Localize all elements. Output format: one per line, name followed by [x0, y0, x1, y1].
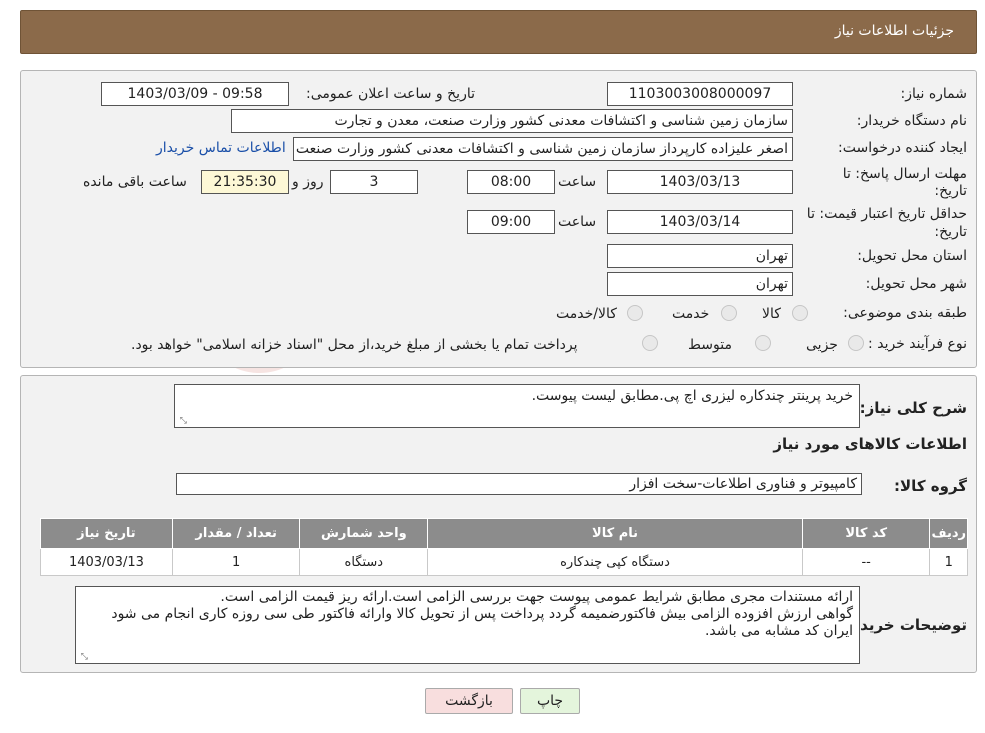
page-header: جزئیات اطلاعات نیاز	[20, 10, 977, 54]
need-summary-label: شرح کلی نیاز:	[859, 399, 967, 417]
category-option-service: خدمت	[672, 306, 710, 322]
announce-datetime-field: 1403/03/09 - 09:58	[101, 82, 289, 106]
cell-quantity: 1	[171, 548, 301, 576]
days-field: 3	[330, 170, 418, 194]
cell-row-number: 1	[929, 548, 968, 576]
price-validity-label: حداقل تاریخ اعتبار قیمت: تا	[806, 206, 967, 222]
category-option-goods-service: کالا/خدمت	[556, 306, 617, 322]
remaining-time-field: 21:35:30	[201, 170, 289, 194]
price-validity-time-field: 09:00	[467, 210, 555, 234]
delivery-city-field: تهران	[607, 272, 793, 296]
need-number-field: 1103003008000097	[607, 82, 793, 106]
need-summary-text: خرید پرینتر چندکاره لیزری اچ پی.مطابق لی…	[531, 388, 853, 404]
col-name-header: نام کالا	[427, 518, 803, 549]
buyer-note-line: ایران کد مشابه می باشد.	[704, 623, 853, 639]
col-date-header: تاریخ نیاز	[40, 518, 173, 549]
items-table-header: ردیف کد کالا نام کالا واحد شمارش تعداد /…	[40, 518, 968, 549]
creator-label: ایجاد کننده درخواست:	[838, 140, 967, 156]
page-title: جزئیات اطلاعات نیاز	[834, 23, 954, 39]
need-number-label: شماره نیاز:	[900, 86, 968, 102]
category-radio-goods-service[interactable]	[627, 305, 643, 321]
buyer-note-line: ارائه مستندات مجری مطابق شرایط عمومی پیو…	[220, 589, 853, 605]
reply-deadline-label: مهلت ارسال پاسخ: تا	[842, 166, 967, 182]
remaining-time-label: ساعت باقی مانده	[83, 174, 187, 190]
col-quantity-header: تعداد / مقدار	[171, 518, 301, 549]
process-option-minor: جزیی	[806, 337, 838, 353]
category-label: طبقه بندی موضوعی:	[843, 305, 967, 321]
price-validity-date-field: 1403/03/14	[607, 210, 793, 234]
category-radio-goods[interactable]	[792, 305, 808, 321]
delivery-province-label: استان محل تحویل:	[857, 248, 967, 264]
reply-time-label: ساعت	[558, 174, 597, 190]
items-table: ردیف کد کالا نام کالا واحد شمارش تعداد /…	[40, 518, 968, 576]
buyer-notes-textarea: ارائه مستندات مجری مطابق شرایط عمومی پیو…	[75, 586, 860, 664]
announce-datetime-label: تاریخ و ساعت اعلان عمومی:	[306, 86, 475, 102]
back-button[interactable]: بازگشت	[425, 688, 513, 714]
resize-grip-icon[interactable]: ⤡	[78, 652, 88, 662]
category-radio-service[interactable]	[721, 305, 737, 321]
table-row: 1 -- دستگاه کپی چندکاره دستگاه 1 1403/03…	[40, 548, 968, 576]
col-row-header: ردیف	[929, 518, 968, 549]
col-unit-header: واحد شمارش	[299, 518, 429, 549]
process-option-medium: متوسط	[688, 337, 732, 353]
process-radio-treasury[interactable]	[642, 335, 658, 351]
delivery-city-label: شهر محل تحویل:	[865, 276, 967, 292]
days-label: روز و	[292, 174, 324, 190]
process-radio-minor[interactable]	[848, 335, 864, 351]
items-section-title: اطلاعات کالاهای مورد نیاز	[773, 435, 967, 453]
buyer-org-field: سازمان زمین شناسی و اکتشافات معدنی کشور …	[231, 109, 793, 133]
buyer-org-label: نام دستگاه خریدار:	[856, 113, 967, 129]
process-radio-medium[interactable]	[755, 335, 771, 351]
print-button[interactable]: چاپ	[520, 688, 580, 714]
reply-time-field: 08:00	[467, 170, 555, 194]
buyer-contact-link[interactable]: اطلاعات تماس خریدار	[156, 140, 286, 156]
creator-field: اصغر علیزاده کارپرداز سازمان زمین شناسی …	[293, 137, 793, 161]
goods-group-label: گروه کالا:	[894, 477, 967, 495]
col-code-header: کد کالا	[801, 518, 931, 549]
reply-deadline-label-date: تاریخ:	[934, 183, 967, 199]
delivery-province-field: تهران	[607, 244, 793, 268]
reply-date-field: 1403/03/13	[607, 170, 793, 194]
cell-need-date: 1403/03/13	[40, 548, 173, 576]
process-type-label: نوع فرآیند خرید :	[868, 336, 967, 352]
price-validity-label-date: تاریخ:	[934, 224, 967, 240]
cell-item-name: دستگاه کپی چندکاره	[427, 548, 803, 576]
category-option-goods: کالا	[762, 306, 781, 322]
buyer-note-line: گواهی ارزش افزوده الزامی بیش فاکتورضمیمه…	[111, 606, 853, 622]
goods-group-field: کامپیوتر و فناوری اطلاعات-سخت افزار	[176, 473, 862, 495]
cell-item-code: --	[801, 548, 931, 576]
process-treasury-note: پرداخت تمام یا بخشی از مبلغ خرید،از محل …	[131, 337, 578, 353]
need-summary-textarea: خرید پرینتر چندکاره لیزری اچ پی.مطابق لی…	[174, 384, 860, 428]
cell-unit: دستگاه	[299, 548, 429, 576]
price-validity-time-label: ساعت	[558, 214, 597, 230]
resize-grip-icon[interactable]: ⤡	[177, 416, 187, 426]
